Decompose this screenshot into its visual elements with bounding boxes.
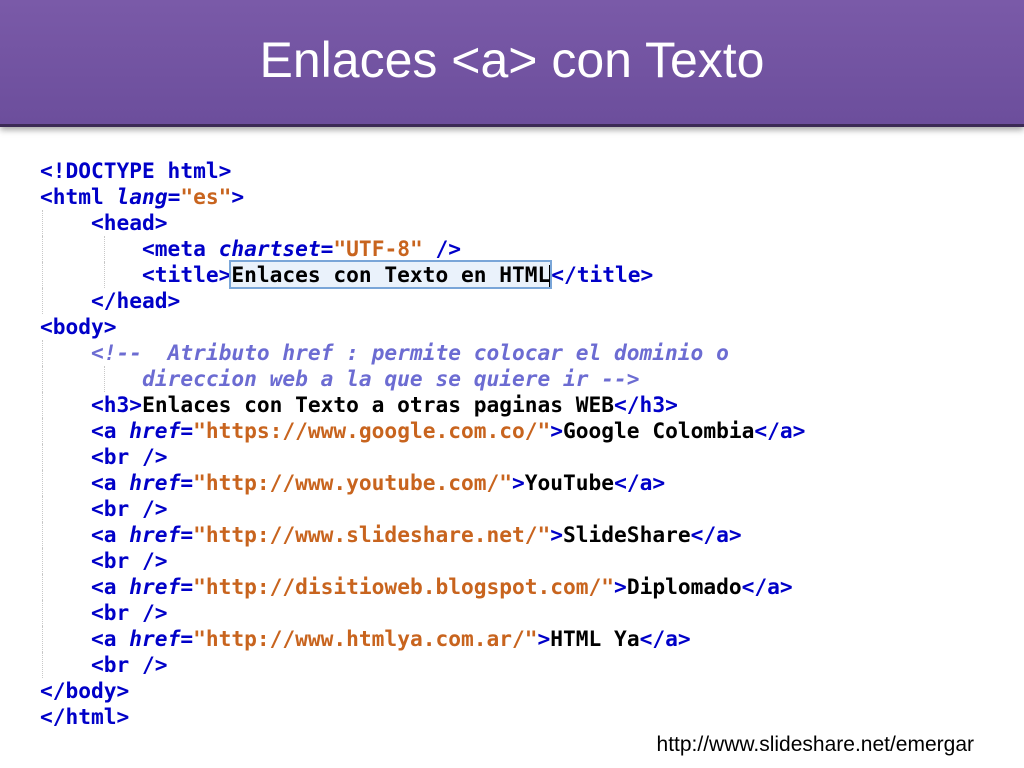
- slide-title: Enlaces <a> con Texto: [259, 32, 765, 88]
- code-comment-line-2: direccion web a la que se quiere ir -->: [142, 366, 640, 391]
- link-text: YouTube: [524, 470, 615, 495]
- code-line-doctype: <!DOCTYPE html>: [40, 158, 1010, 184]
- selected-title-text: Enlaces con Texto en HTML: [229, 260, 553, 289]
- code-line-title: <title>Enlaces con Texto en HTML</title>: [40, 260, 654, 289]
- code-line-body-open: <body>: [40, 314, 117, 339]
- charset-value: "UTF-8": [333, 236, 423, 261]
- code-line-link-1: <a href="https://www.google.com.co/">Goo…: [40, 418, 806, 444]
- code-line-link-5: <a href="http://www.htmlya.com.ar/">HTML…: [40, 626, 691, 652]
- code-line-link-4: <a href="http://disitioweb.blogspot.com/…: [40, 574, 793, 600]
- code-line-comment-1: <!-- Atributo href : permite colocar el …: [40, 340, 1010, 366]
- code-line-head-open: <head>: [40, 210, 168, 236]
- link-href: "http://www.htmlya.com.ar/": [193, 626, 538, 651]
- code-line-body-close: </body>: [40, 678, 130, 703]
- link-text: Diplomado: [626, 574, 742, 599]
- code-listing: <!DOCTYPE html> <html lang="es"> <head> …: [40, 158, 1010, 730]
- code-line-br: <br />: [40, 548, 168, 574]
- code-line-head-close: </head>: [40, 288, 181, 314]
- doctype-declaration: <!DOCTYPE html>: [40, 158, 232, 183]
- code-line-comment-2: direccion web a la que se quiere ir -->: [40, 366, 1010, 392]
- link-href: "http://www.slideshare.net/": [193, 522, 551, 547]
- code-comment-line-1: <!-- Atributo href : permite colocar el …: [91, 340, 729, 365]
- code-line-html-close: </html>: [40, 704, 130, 729]
- code-line-br: <br />: [40, 652, 168, 678]
- code-line-br: <br />: [40, 496, 168, 522]
- code-line-html-open: <html lang="es">: [40, 184, 245, 209]
- link-href: "http://www.youtube.com/": [193, 470, 512, 495]
- code-line-link-3: <a href="http://www.slideshare.net/">Sli…: [40, 522, 742, 548]
- link-href: "http://disitioweb.blogspot.com/": [193, 574, 615, 599]
- code-line-link-2: <a href="http://www.youtube.com/">YouTub…: [40, 470, 666, 496]
- link-text: HTML Ya: [550, 626, 640, 651]
- code-line-br: <br />: [40, 444, 168, 470]
- link-text: SlideShare: [563, 522, 691, 547]
- footer-url: http://www.slideshare.net/emergar: [656, 733, 974, 756]
- slide-header: Enlaces <a> con Texto: [0, 0, 1024, 127]
- code-line-h3: <h3>Enlaces con Texto a otras paginas WE…: [40, 392, 678, 418]
- lang-value: "es": [180, 184, 232, 209]
- h3-text: Enlaces con Texto a otras paginas WEB: [142, 392, 615, 417]
- code-line-meta: <meta chartset="UTF-8" />: [40, 236, 461, 262]
- link-text: Google Colombia: [563, 418, 755, 443]
- code-line-br: <br />: [40, 600, 168, 626]
- link-href: "https://www.google.com.co/": [193, 418, 551, 443]
